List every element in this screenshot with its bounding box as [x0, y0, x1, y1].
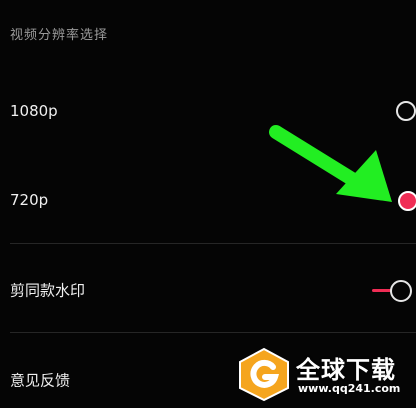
- feedback-label: 意见反馈: [10, 371, 71, 390]
- arrow-down-right-icon: [269, 125, 392, 202]
- resolution-option-label: 720p: [10, 191, 49, 209]
- download-site-logo-icon: [239, 347, 289, 402]
- radio-1080p-unselected[interactable]: [396, 101, 416, 121]
- watermark-setting-row[interactable]: 剪同款水印: [0, 262, 416, 318]
- resolution-option-label: 1080p: [10, 102, 58, 120]
- watermark-toggle-knob[interactable]: [390, 280, 412, 302]
- section-title: 视频分辨率选择: [10, 28, 109, 43]
- download-site-watermark: 全球下载 www.qq241.com: [236, 346, 416, 404]
- watermark-url: www.qq241.com: [298, 382, 401, 395]
- divider: [10, 243, 416, 244]
- radio-720p-selected[interactable]: [398, 191, 416, 211]
- watermark-title: 全球下载: [296, 356, 396, 384]
- watermark-setting-label: 剪同款水印: [10, 281, 86, 300]
- divider: [10, 332, 416, 333]
